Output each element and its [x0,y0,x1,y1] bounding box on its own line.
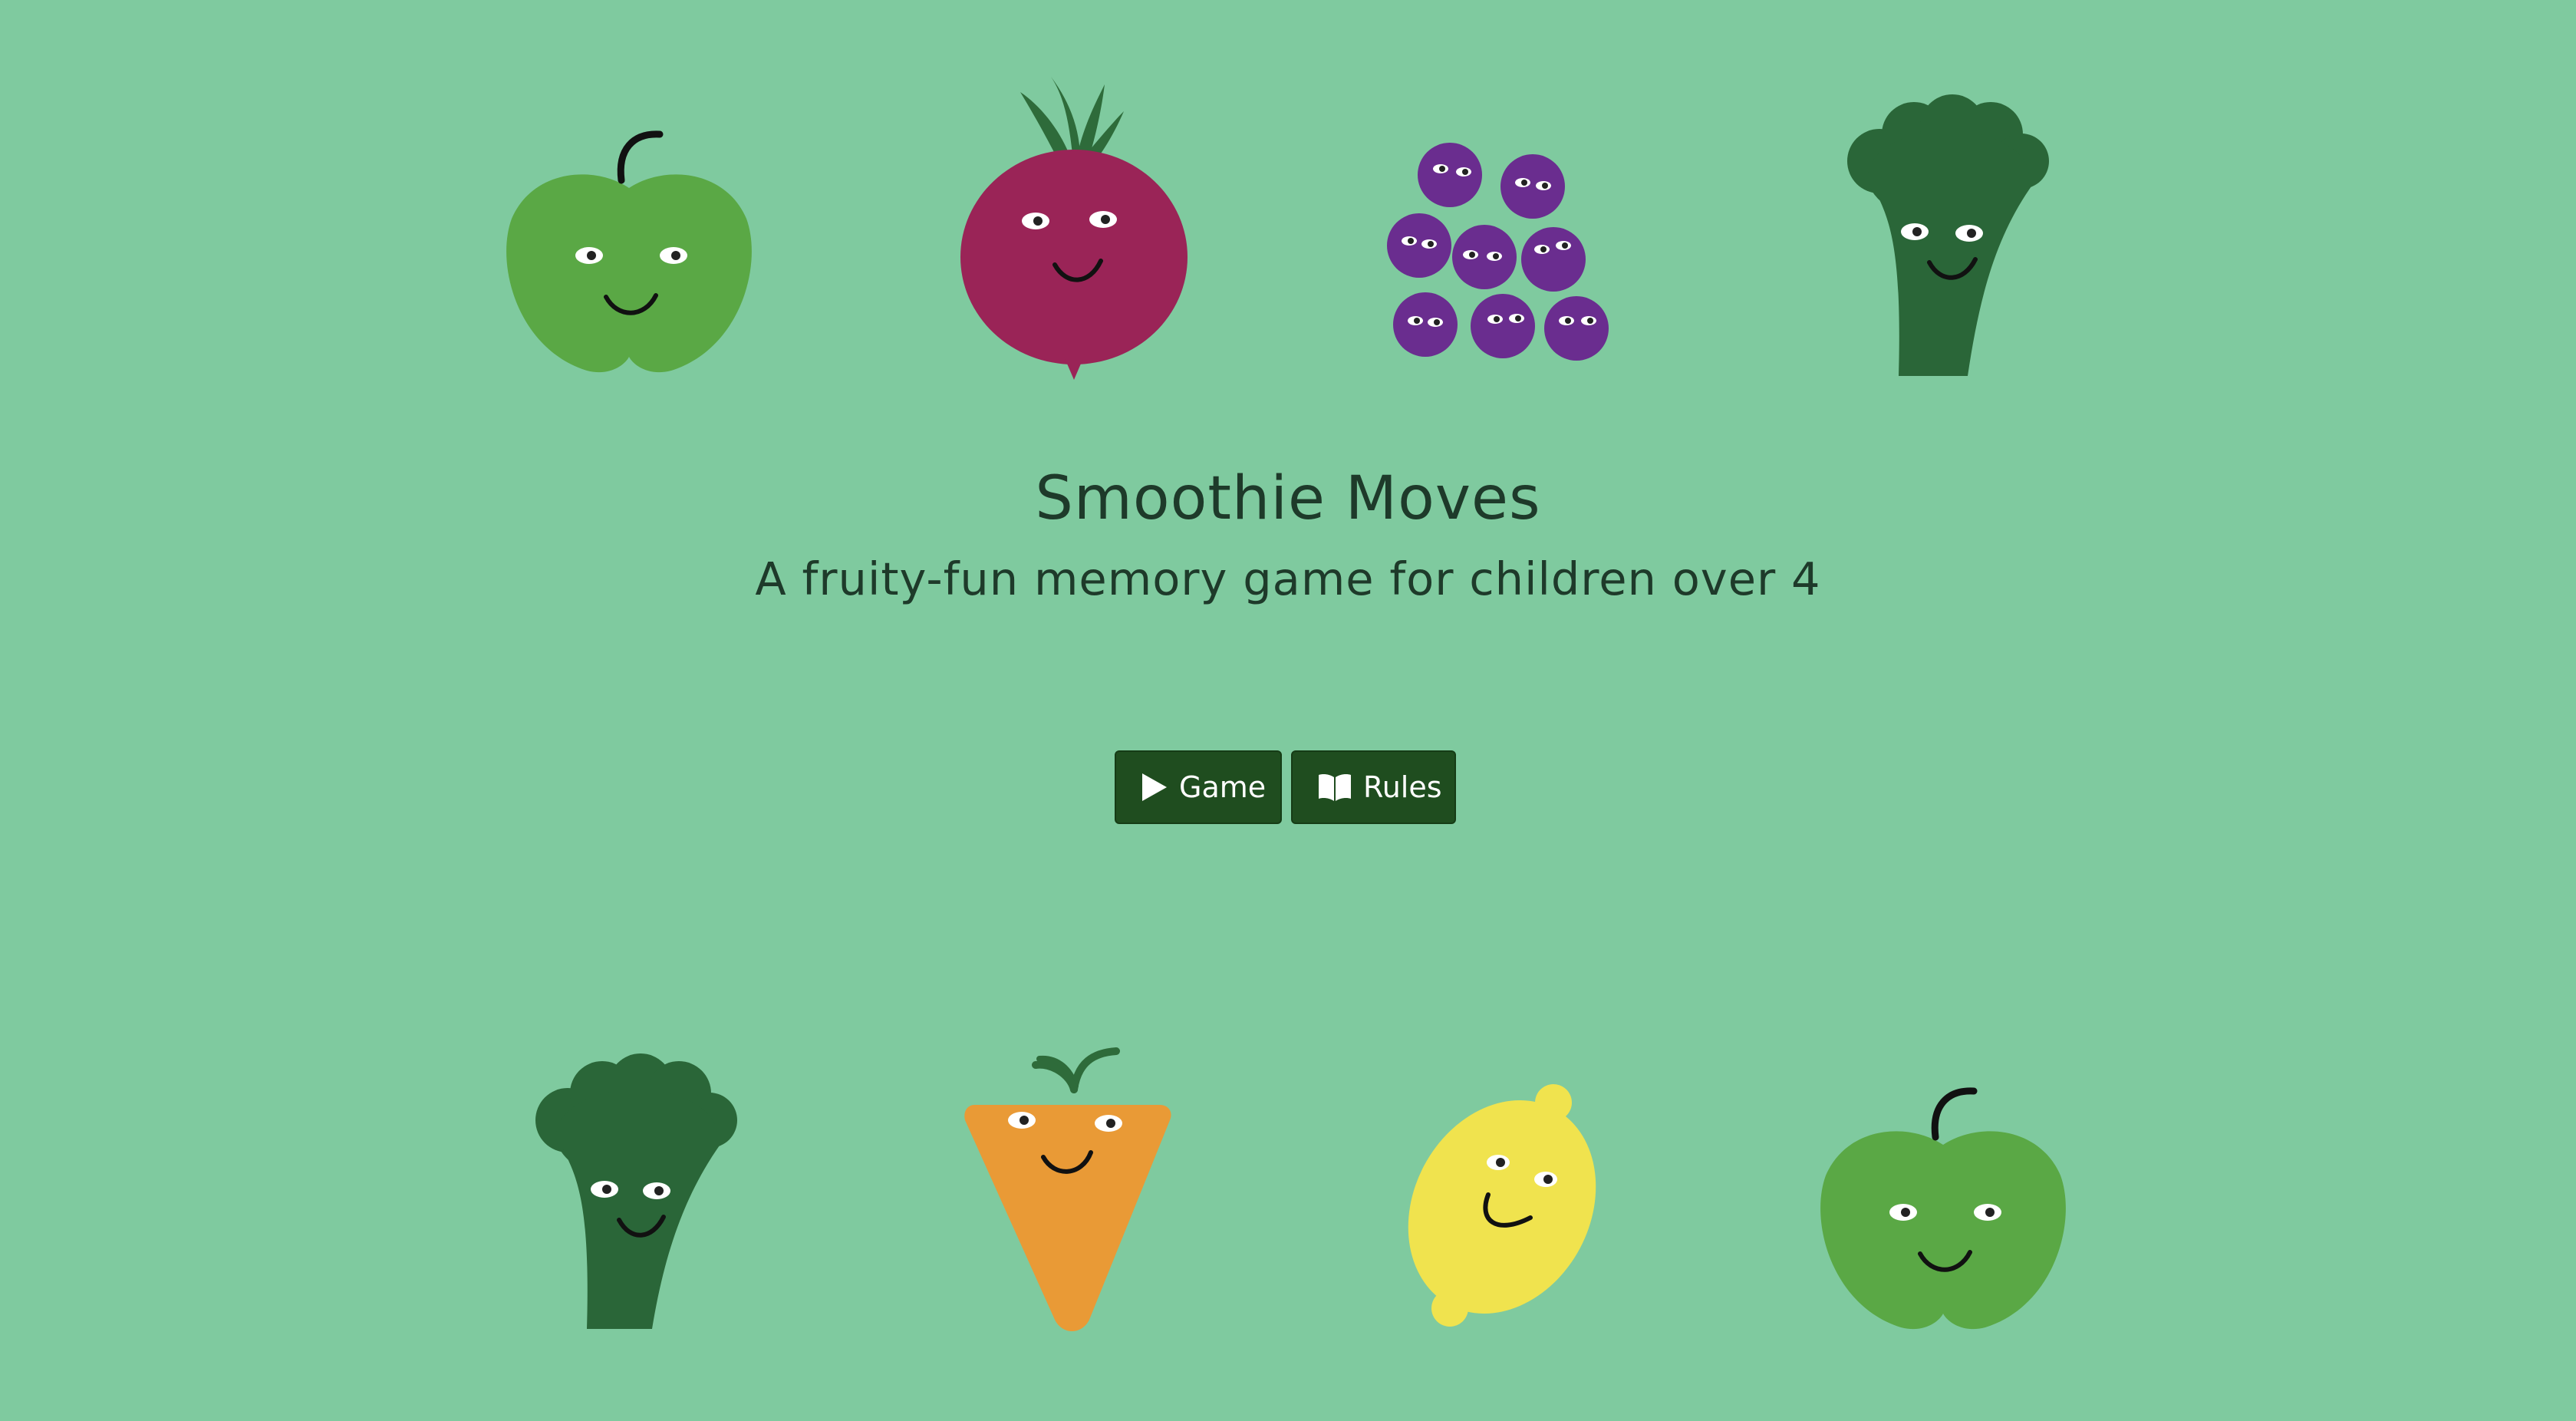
menu-buttons: Game Rules [1115,750,1456,824]
start-screen: Smoothie Moves A fruity-fun memory game … [0,0,2576,1421]
game-button[interactable]: Game [1115,750,1282,824]
play-icon [1141,772,1168,803]
beetroot-icon [959,77,1189,384]
grapes-icon [1385,138,1615,368]
rules-button[interactable]: Rules [1291,750,1456,824]
broccoli-icon [529,1053,744,1335]
page-title: Smoothie Moves [1035,464,1541,533]
page-subtitle: A fruity-fun memory game for children ov… [755,552,1821,605]
broccoli-icon [1841,94,2056,376]
carrot-icon [959,1028,1181,1335]
apple-icon [1817,1083,2070,1330]
book-open-icon [1317,773,1352,802]
apple-icon [502,127,756,373]
lemon-icon [1408,1084,1599,1331]
rules-button-label: Rules [1363,770,1442,804]
game-button-label: Game [1179,770,1267,804]
